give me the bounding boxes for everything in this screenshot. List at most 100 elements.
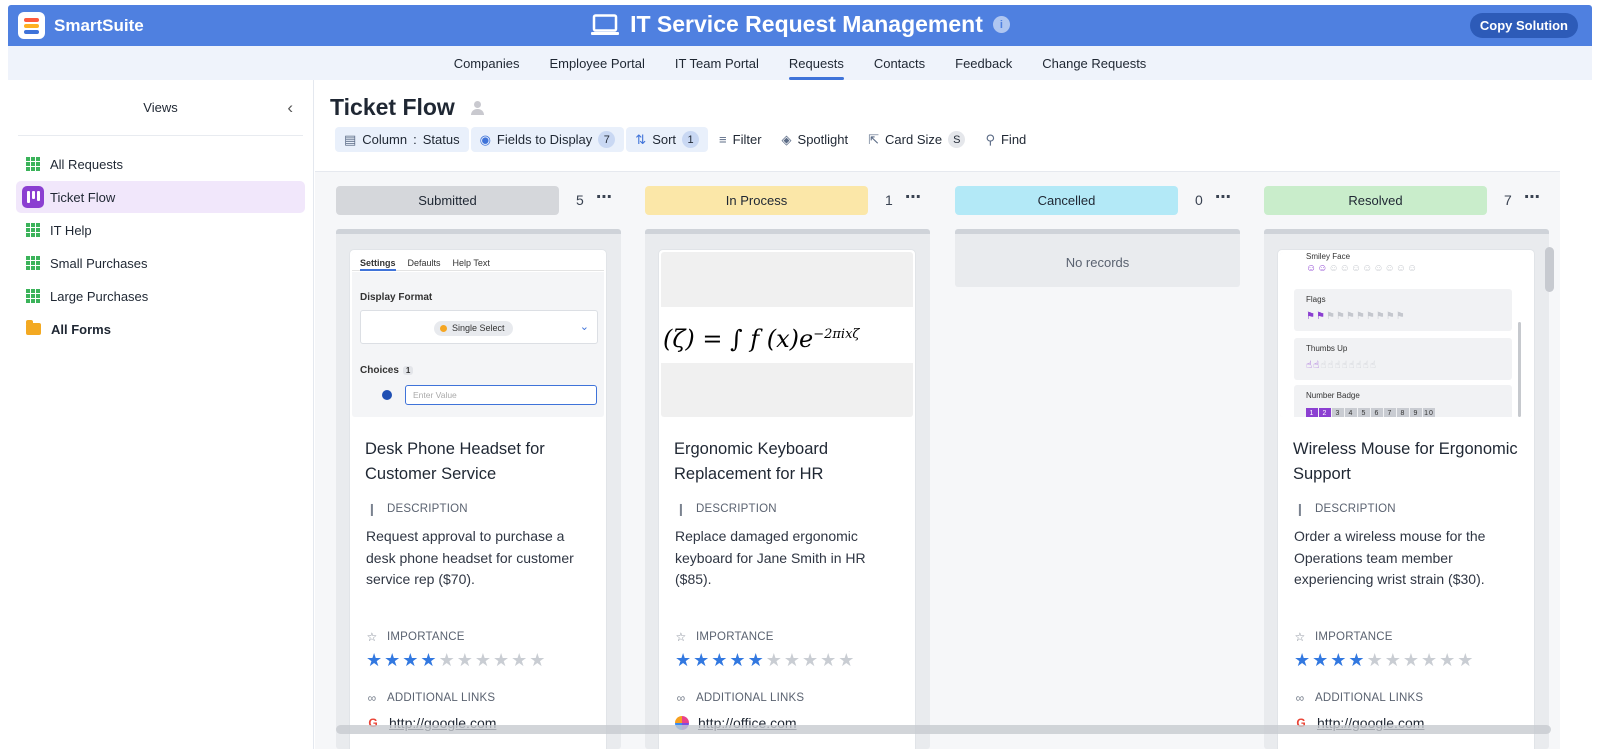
star-icon[interactable]: ★ bbox=[748, 650, 764, 670]
column-status-pill[interactable]: Resolved bbox=[1264, 186, 1487, 215]
kanban-view-icon bbox=[22, 186, 44, 208]
tab-it-team-portal[interactable]: IT Team Portal bbox=[660, 46, 774, 80]
star-icon[interactable]: ★ bbox=[1294, 650, 1310, 670]
rating-type-row: Smiley Face ☺☺☺☺☺☺☺☺☺☺ bbox=[1294, 252, 1512, 276]
grid-view-icon bbox=[26, 256, 40, 270]
importance-rating[interactable]: ★ ★ ★ ★ ★ ★ ★ ★ ★ ★ bbox=[366, 650, 545, 670]
sidebar-item-ticket-flow[interactable]: Ticket Flow bbox=[16, 181, 305, 213]
spotlight-button[interactable]: ◈ Spotlight bbox=[773, 127, 858, 152]
star-icon[interactable]: ★ bbox=[384, 650, 400, 670]
star-icon[interactable]: ★ bbox=[1312, 650, 1328, 670]
card-cover-image: (ζ) = ∫ f (x)e−2πixζ bbox=[661, 252, 913, 417]
card-size-label: Card Size bbox=[885, 132, 943, 147]
column-status-pill[interactable]: Cancelled bbox=[955, 186, 1178, 215]
star-icon[interactable]: ★ bbox=[1421, 650, 1437, 670]
star-icon[interactable]: ★ bbox=[493, 650, 509, 670]
star-icon[interactable]: ★ bbox=[1439, 650, 1455, 670]
main-panel: Ticket Flow ▤ Column : Status ◉ Fields t… bbox=[315, 80, 1560, 749]
tab-contacts[interactable]: Contacts bbox=[859, 46, 940, 80]
screenshot-display-format: Display Format bbox=[360, 292, 433, 303]
star-icon[interactable]: ★ bbox=[511, 650, 527, 670]
star-icon[interactable]: ★ bbox=[1367, 650, 1383, 670]
importance-rating[interactable]: ★ ★ ★ ★ ★ ★ ★ ★ ★ ★ bbox=[1294, 650, 1473, 670]
star-icon[interactable]: ★ bbox=[1385, 650, 1401, 670]
card-title[interactable]: Wireless Mouse for Ergonomic Support bbox=[1293, 437, 1523, 487]
record-card[interactable]: (ζ) = ∫ f (x)e−2πixζ Ergonomic Keyboard R… bbox=[658, 249, 916, 749]
paint-bucket-icon: ◈ bbox=[781, 131, 792, 147]
star-icon[interactable]: ★ bbox=[693, 650, 709, 670]
screenshot-choices-label: Choices bbox=[360, 365, 399, 376]
flag-icon: ⚑ bbox=[1315, 311, 1326, 322]
column-status-pill[interactable]: Submitted bbox=[336, 186, 559, 215]
smiley-icon: ☺ bbox=[1350, 263, 1363, 274]
number-badge-icon: 5 bbox=[1358, 408, 1370, 417]
choice-color-icon bbox=[382, 390, 392, 400]
sidebar-item-all-forms[interactable]: All Forms bbox=[16, 313, 305, 345]
app-header: SmartSuite IT Service Request Management… bbox=[8, 5, 1592, 46]
star-icon[interactable]: ★ bbox=[1403, 650, 1419, 670]
find-button[interactable]: ⚲ Find bbox=[976, 127, 1035, 152]
card-title[interactable]: Ergonomic Keyboard Replacement for HR bbox=[674, 437, 904, 487]
more-options-icon[interactable]: ⋯ bbox=[905, 187, 922, 207]
sidebar-item-label: Ticket Flow bbox=[50, 189, 116, 205]
view-title-text: Ticket Flow bbox=[330, 94, 455, 120]
star-icon[interactable]: ★ bbox=[711, 650, 727, 670]
star-icon[interactable]: ★ bbox=[529, 650, 545, 670]
tab-companies[interactable]: Companies bbox=[439, 46, 535, 80]
fields-to-display-button[interactable]: ◉ Fields to Display 7 bbox=[470, 127, 625, 152]
sidebar-item-large-purchases[interactable]: Large Purchases bbox=[16, 280, 305, 312]
column-setting-button[interactable]: ▤ Column : Status bbox=[335, 127, 469, 152]
more-options-icon[interactable]: ⋯ bbox=[596, 187, 613, 207]
star-icon[interactable]: ★ bbox=[729, 650, 745, 670]
sidebar-item-it-help[interactable]: IT Help bbox=[16, 214, 305, 246]
more-options-icon[interactable]: ⋯ bbox=[1215, 187, 1232, 207]
table-nav: Companies Employee Portal IT Team Portal Re… bbox=[8, 46, 1592, 80]
star-icon[interactable]: ★ bbox=[439, 650, 455, 670]
star-icon[interactable]: ★ bbox=[475, 650, 491, 670]
star-icon[interactable]: ★ bbox=[766, 650, 782, 670]
shared-users-icon[interactable] bbox=[469, 100, 487, 115]
tab-feedback[interactable]: Feedback bbox=[940, 46, 1027, 80]
horizontal-scrollbar[interactable] bbox=[336, 725, 1551, 734]
tab-requests[interactable]: Requests bbox=[774, 46, 859, 80]
record-card[interactable]: Settings Defaults Help Text Display Format S… bbox=[349, 249, 607, 749]
flag-icon: ⚑ bbox=[1395, 311, 1406, 322]
card-title[interactable]: Desk Phone Headset for Customer Service bbox=[365, 437, 595, 487]
tab-change-requests[interactable]: Change Requests bbox=[1027, 46, 1161, 80]
sidebar-item-small-purchases[interactable]: Small Purchases bbox=[16, 247, 305, 279]
fourier-formula-image: (ζ) = ∫ f (x)e−2πixζ bbox=[661, 307, 913, 363]
vertical-scrollbar[interactable] bbox=[1545, 247, 1554, 292]
star-icon[interactable]: ★ bbox=[1348, 650, 1364, 670]
card-size-button[interactable]: ⇱ Card Size S bbox=[859, 127, 974, 152]
copy-solution-button[interactable]: Copy Solution bbox=[1469, 13, 1578, 38]
info-icon[interactable]: i bbox=[992, 16, 1010, 33]
record-card[interactable]: Smiley Face ☺☺☺☺☺☺☺☺☺☺ Flags ⚑⚑⚑⚑⚑⚑⚑⚑⚑⚑ Thum… bbox=[1277, 249, 1535, 749]
screenshot-choices-count: 1 bbox=[402, 366, 414, 375]
field-label-text: IMPORTANCE bbox=[1315, 631, 1393, 643]
filter-button[interactable]: ≡ Filter bbox=[710, 127, 770, 152]
star-icon[interactable]: ★ bbox=[1457, 650, 1473, 670]
star-icon[interactable]: ★ bbox=[820, 650, 836, 670]
star-icon[interactable]: ★ bbox=[675, 650, 691, 670]
star-icon[interactable]: ★ bbox=[838, 650, 854, 670]
more-options-icon[interactable]: ⋯ bbox=[1524, 187, 1541, 207]
star-icon[interactable]: ★ bbox=[1330, 650, 1346, 670]
number-badge-icon: 4 bbox=[1345, 408, 1357, 417]
link-icon: ∞ bbox=[676, 691, 686, 705]
star-icon[interactable]: ★ bbox=[802, 650, 818, 670]
star-icon[interactable]: ★ bbox=[457, 650, 473, 670]
star-icon[interactable]: ★ bbox=[420, 650, 436, 670]
star-icon[interactable]: ★ bbox=[402, 650, 418, 670]
kanban-board[interactable]: Submitted 5 ⋯ Settings Defaults Help Text Disp… bbox=[315, 172, 1560, 749]
field-label-text: DESCRIPTION bbox=[387, 503, 468, 515]
columns-icon: ▤ bbox=[344, 131, 357, 147]
sort-button[interactable]: ⇅ Sort 1 bbox=[626, 127, 709, 152]
smiley-icon: ☺ bbox=[1384, 263, 1396, 274]
column-status-pill[interactable]: In Process bbox=[645, 186, 868, 215]
star-icon[interactable]: ★ bbox=[784, 650, 800, 670]
star-icon[interactable]: ★ bbox=[366, 650, 382, 670]
tab-employee-portal[interactable]: Employee Portal bbox=[534, 46, 659, 80]
sidebar-item-all-requests[interactable]: All Requests bbox=[16, 148, 305, 180]
collapse-sidebar-icon[interactable]: ‹ bbox=[287, 98, 293, 118]
importance-rating[interactable]: ★ ★ ★ ★ ★ ★ ★ ★ ★ ★ bbox=[675, 650, 854, 670]
